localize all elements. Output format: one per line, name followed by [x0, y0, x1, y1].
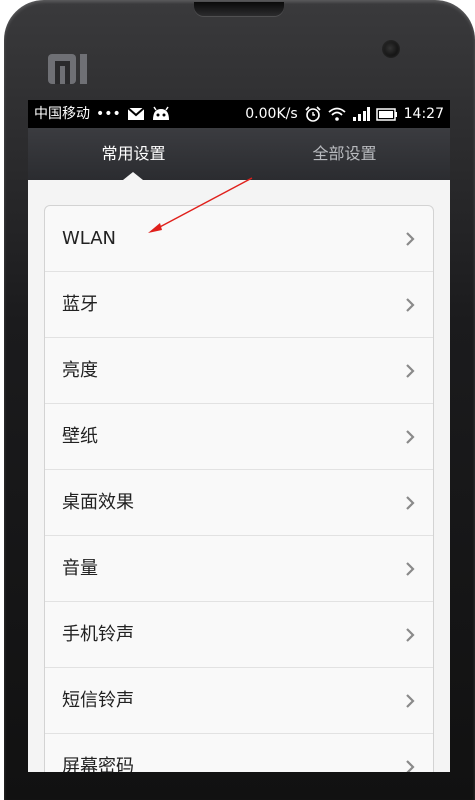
earpiece-speaker: [194, 2, 284, 16]
chevron-right-icon: [406, 364, 415, 378]
wifi-icon: [328, 107, 346, 121]
phone-screen: 中国移动 ••• 0.00K/s 14:27 常用设置 全部设置 WLAN 蓝牙…: [28, 100, 450, 772]
settings-list: WLAN 蓝牙 亮度 壁纸 桌面效果 音量 手机铃声 短信铃声 屏幕密码: [44, 205, 434, 772]
settings-item-wlan[interactable]: WLAN: [45, 206, 433, 272]
status-bar: 中国移动 ••• 0.00K/s 14:27: [28, 100, 450, 128]
alarm-icon: [304, 106, 322, 122]
clock-time: 14:27: [403, 106, 444, 122]
settings-item-label: 屏幕密码: [62, 756, 134, 772]
settings-tab-bar: 常用设置 全部设置: [28, 128, 450, 180]
battery-icon: [375, 107, 398, 121]
chevron-right-icon: [406, 496, 415, 510]
notification-dots: •••: [96, 106, 121, 122]
network-speed: 0.00K/s: [245, 106, 298, 122]
settings-item-label: 桌面效果: [62, 492, 134, 513]
settings-item-label: 蓝牙: [62, 294, 98, 315]
mi-logo-icon: [48, 54, 87, 84]
settings-item-label: 壁纸: [62, 426, 98, 447]
chevron-right-icon: [406, 694, 415, 708]
active-tab-indicator: [123, 172, 143, 180]
settings-item-label: 亮度: [62, 360, 98, 381]
settings-item-ringtone[interactable]: 手机铃声: [45, 602, 433, 668]
settings-content: WLAN 蓝牙 亮度 壁纸 桌面效果 音量 手机铃声 短信铃声 屏幕密码: [28, 180, 450, 772]
settings-item-bluetooth[interactable]: 蓝牙: [45, 272, 433, 338]
settings-item-screen-lock[interactable]: 屏幕密码: [45, 734, 433, 772]
settings-item-brightness[interactable]: 亮度: [45, 338, 433, 404]
settings-item-volume[interactable]: 音量: [45, 536, 433, 602]
settings-item-label: WLAN: [62, 228, 117, 249]
tab-all-settings[interactable]: 全部设置: [239, 128, 450, 180]
settings-item-label: 短信铃声: [62, 690, 134, 711]
android-icon: [151, 106, 171, 122]
settings-item-desktop-effects[interactable]: 桌面效果: [45, 470, 433, 536]
chevron-right-icon: [406, 298, 415, 312]
chevron-right-icon: [406, 628, 415, 642]
settings-item-label: 音量: [62, 558, 98, 579]
carrier-name: 中国移动: [34, 106, 90, 122]
chevron-right-icon: [406, 232, 415, 246]
settings-item-label: 手机铃声: [62, 624, 134, 645]
settings-item-wallpaper[interactable]: 壁纸: [45, 404, 433, 470]
signal-icon: [352, 107, 370, 121]
settings-item-sms-tone[interactable]: 短信铃声: [45, 668, 433, 734]
chevron-right-icon: [406, 430, 415, 444]
mail-icon: [127, 107, 145, 121]
front-camera: [382, 40, 400, 58]
chevron-right-icon: [406, 562, 415, 576]
chevron-right-icon: [406, 760, 415, 772]
